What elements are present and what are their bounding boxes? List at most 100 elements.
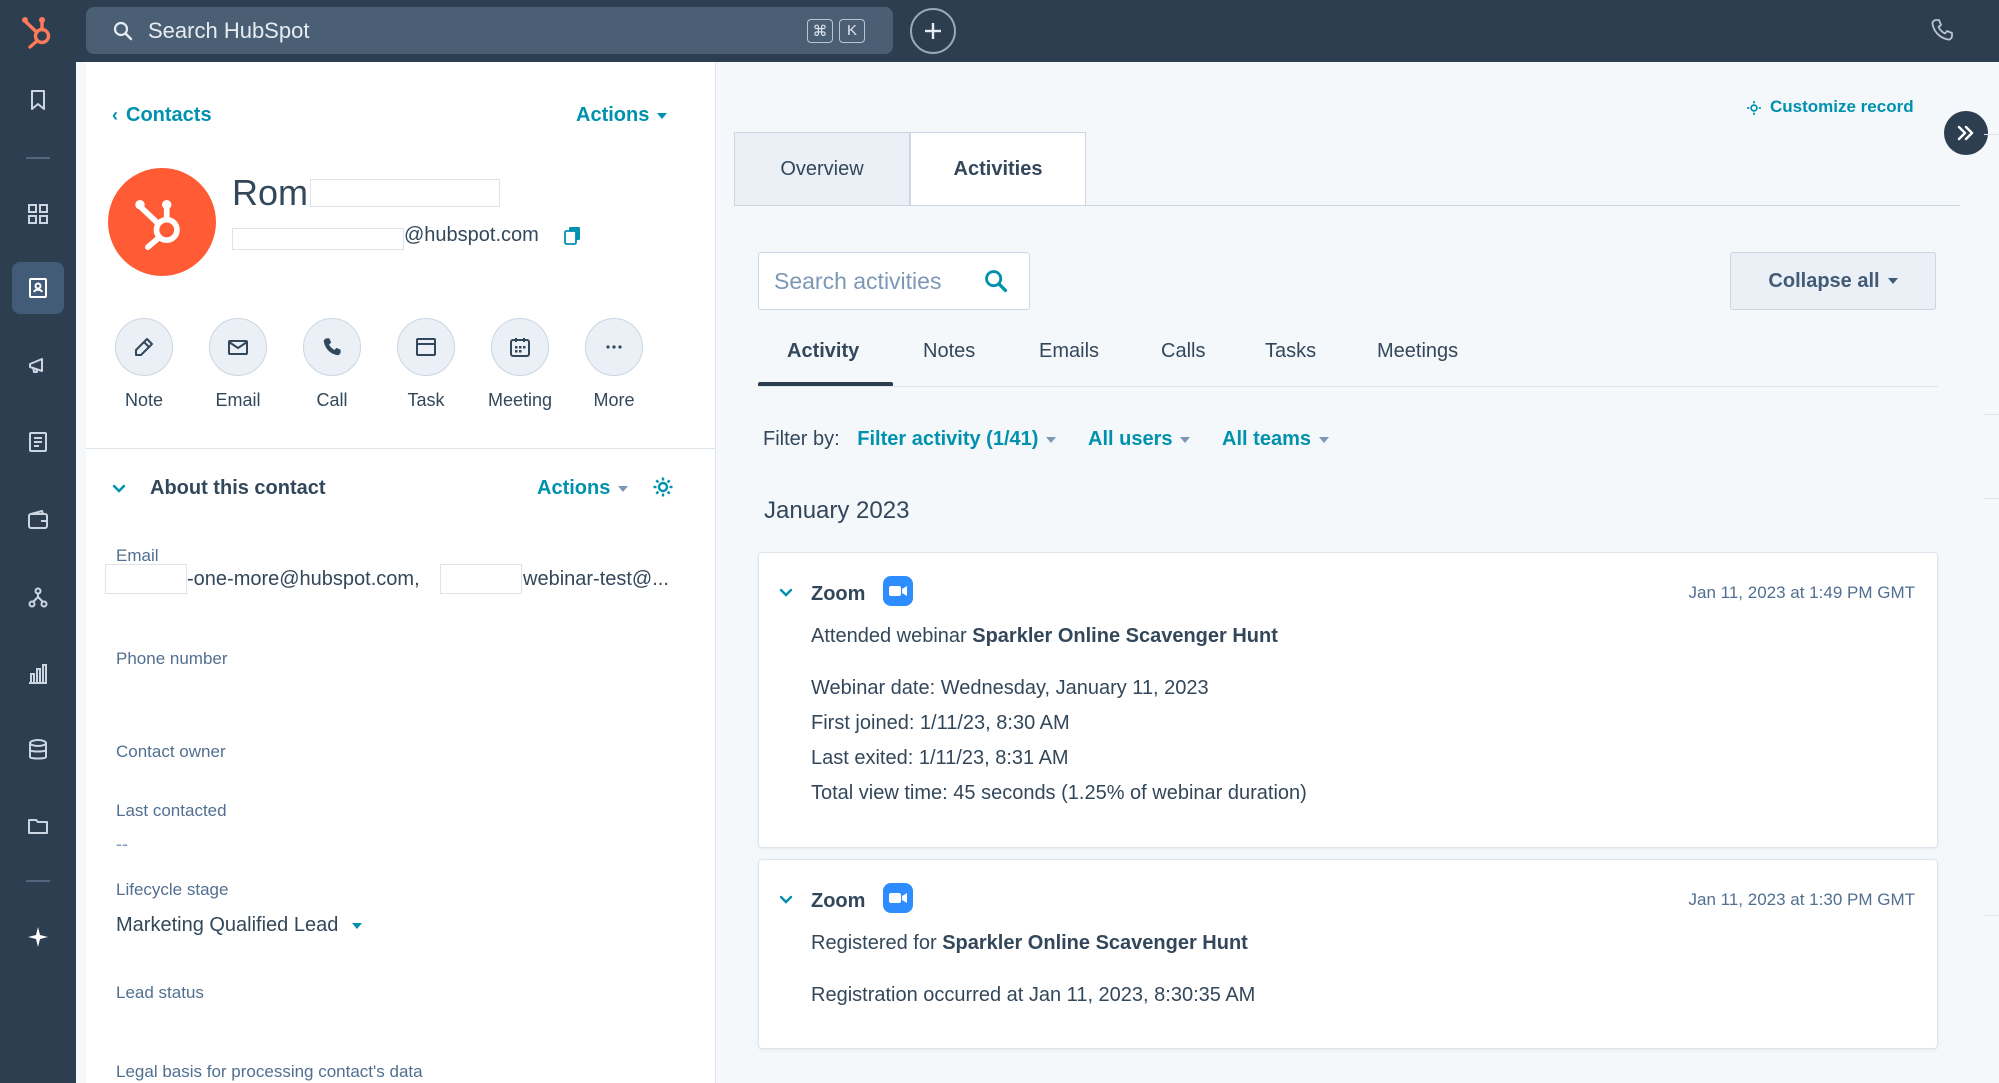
filter-users-dropdown[interactable]: All users (1088, 428, 1191, 450)
email-property-value-2[interactable]: webinar-test@... (523, 568, 669, 591)
ellipsis-icon (606, 345, 622, 349)
activity-source: Zoom (811, 890, 866, 912)
breadcrumb[interactable]: ‹ Contacts (112, 104, 212, 127)
lead-status-label: Lead status (116, 983, 204, 1002)
chevron-down-icon[interactable] (779, 895, 793, 905)
customize-record-link[interactable]: Customize record (1746, 97, 1914, 117)
activity-card[interactable]: Zoom Jan 11, 2023 at 1:49 PM GMT Attende… (758, 552, 1938, 848)
content-nav-item[interactable] (12, 416, 64, 468)
meeting-action-button[interactable]: Meeting (480, 318, 560, 411)
global-search-input[interactable]: Search HubSpot ⌘ K (86, 7, 893, 54)
reporting-nav-item[interactable] (12, 648, 64, 700)
call-action-label: Call (316, 390, 348, 410)
lifecycle-stage-select[interactable]: Marketing Qualified Lead (116, 914, 363, 937)
collapse-all-button[interactable]: Collapse all (1730, 252, 1936, 310)
hubspot-logo-icon[interactable] (18, 10, 60, 52)
subtab-emails[interactable]: Emails (1039, 340, 1099, 363)
top-navigation-bar: Search HubSpot ⌘ K (0, 0, 1999, 62)
crm-nav-item[interactable] (12, 262, 64, 314)
contacts-breadcrumb-link[interactable]: Contacts (126, 104, 212, 126)
workspaces-nav-item[interactable] (12, 188, 64, 240)
calendar-icon (510, 338, 530, 357)
redacted-email-prefix-2 (440, 564, 522, 594)
phone-icon[interactable] (1928, 16, 1956, 44)
filter-by-label: Filter by: (763, 428, 840, 450)
activity-headline-prefix: Attended webinar (811, 625, 967, 647)
last-contacted-label: Last contacted (116, 801, 227, 820)
activity-detail: Registration occurred at Jan 11, 2023, 8… (811, 984, 1256, 1006)
redacted-name-box (310, 179, 500, 207)
activity-source: Zoom (811, 583, 866, 605)
legal-basis-label: Legal basis for processing contact's dat… (116, 1062, 423, 1081)
gear-icon (1747, 100, 1761, 115)
tab-overview[interactable]: Overview (734, 132, 910, 206)
automation-nav-item[interactable] (12, 572, 64, 624)
activities-search-input[interactable]: Search activities (758, 252, 1030, 310)
redacted-email-prefix-1 (105, 564, 187, 594)
caret-down-icon (1887, 278, 1898, 284)
contacts-book-icon (29, 278, 47, 298)
subtab-meetings[interactable]: Meetings (1377, 340, 1458, 363)
subtab-activity[interactable]: Activity (787, 340, 859, 363)
call-action-button[interactable]: Call (292, 318, 372, 411)
more-action-button[interactable]: More (574, 318, 654, 411)
ai-assistant-nav-item[interactable] (12, 911, 64, 963)
about-section-title[interactable]: About this contact (150, 477, 326, 500)
workflow-icon (28, 587, 48, 608)
email-action-button[interactable]: Email (198, 318, 278, 411)
data-management-nav-item[interactable] (12, 724, 64, 776)
task-action-button[interactable]: Task (386, 318, 466, 411)
phone-icon (323, 338, 341, 356)
caret-down-icon (1318, 436, 1329, 443)
activity-detail: Total view time: 45 seconds (1.25% of we… (811, 782, 1307, 804)
subtab-calls[interactable]: Calls (1161, 340, 1205, 363)
activity-timestamp: Jan 11, 2023 at 1:49 PM GMT (1688, 583, 1915, 602)
caret-down-icon (352, 922, 363, 929)
about-actions-label: Actions (537, 477, 611, 499)
search-icon (113, 21, 133, 40)
subtab-tasks[interactable]: Tasks (1265, 340, 1316, 363)
tab-activities[interactable]: Activities (910, 132, 1086, 206)
note-action-button[interactable]: Note (104, 318, 184, 411)
caret-down-icon (1046, 436, 1057, 443)
copy-icon[interactable] (564, 226, 582, 246)
filter-users-label: All users (1088, 428, 1173, 450)
subtab-notes[interactable]: Notes (923, 340, 975, 363)
last-contacted-value: -- (116, 834, 128, 854)
right-panel-edge (1984, 498, 1999, 499)
grid-icon (28, 204, 48, 224)
create-new-button[interactable] (910, 8, 956, 54)
contact-actions-dropdown[interactable]: Actions (576, 104, 668, 127)
expand-sidebar-button[interactable] (1944, 111, 1988, 155)
activity-headline-prefix: Registered for (811, 932, 937, 954)
sparkle-icon (28, 927, 48, 947)
search-icon[interactable] (983, 268, 1009, 294)
right-panel-edge (1984, 134, 1999, 135)
about-actions-dropdown[interactable]: Actions (537, 477, 629, 500)
lifecycle-stage-value: Marketing Qualified Lead (116, 914, 339, 936)
activity-card[interactable]: Zoom Jan 11, 2023 at 1:30 PM GMT Registe… (758, 859, 1938, 1049)
bookmarks-nav-item[interactable] (12, 74, 64, 126)
envelope-icon (228, 340, 248, 355)
subtabs-baseline (758, 386, 1938, 387)
activities-search-placeholder: Search activities (774, 267, 942, 294)
meeting-action-label: Meeting (487, 390, 553, 410)
database-icon (29, 739, 47, 760)
chevron-down-icon[interactable] (112, 484, 126, 494)
right-panel-edge (1984, 915, 1999, 916)
rail-divider (26, 157, 50, 159)
rail-divider (26, 880, 50, 882)
chevron-down-icon[interactable] (779, 588, 793, 598)
double-chevron-right-icon (1957, 125, 1974, 141)
filter-activity-dropdown[interactable]: Filter activity (1/41) (857, 428, 1057, 450)
commerce-nav-item[interactable] (12, 494, 64, 546)
contact-email: @hubspot.com (404, 224, 539, 246)
avatar[interactable] (108, 168, 216, 276)
email-property-label: Email (116, 546, 159, 565)
email-property-value-1[interactable]: -one-more@hubspot.com, (187, 568, 420, 591)
filter-teams-dropdown[interactable]: All teams (1222, 428, 1329, 450)
marketing-nav-item[interactable] (12, 340, 64, 392)
library-nav-item[interactable] (12, 800, 64, 852)
filter-teams-label: All teams (1222, 428, 1311, 450)
gear-icon[interactable] (652, 476, 674, 498)
